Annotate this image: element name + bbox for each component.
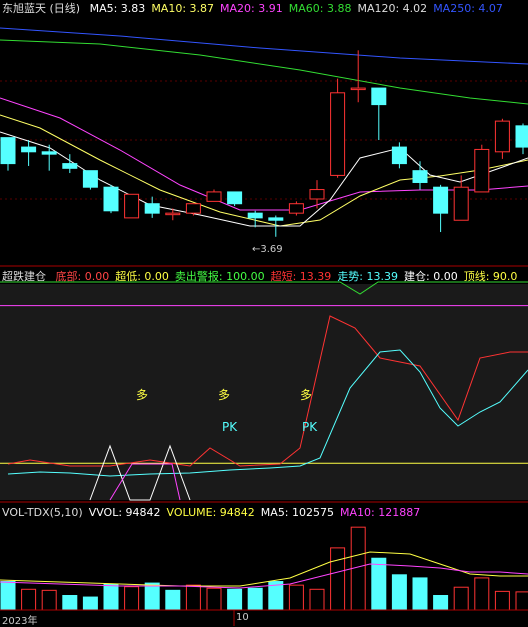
candle-20 (412, 161, 428, 190)
candle-2 (41, 144, 57, 171)
candle-body-12 (247, 212, 263, 219)
candle-body-3 (62, 163, 78, 169)
candle-16 (330, 78, 346, 178)
volume-bar-12 (247, 587, 263, 611)
candle-body-23 (474, 148, 490, 193)
indicator-bg (0, 284, 528, 500)
volume-bar-10 (206, 587, 222, 611)
candle-body-18 (371, 87, 387, 106)
candle-body-1 (21, 146, 37, 153)
candle-body-13 (268, 217, 284, 221)
candle-9 (185, 203, 201, 216)
candle-1 (21, 140, 37, 166)
signal-tag-1: 多 (218, 388, 231, 402)
volume-bar-24 (494, 590, 510, 611)
candle-body-24 (494, 120, 510, 153)
candle-body-5 (103, 186, 119, 212)
candle-18 (371, 87, 387, 140)
signal-tag-4: PK (302, 420, 318, 434)
candle-17 (350, 50, 366, 103)
volume-bar-9 (185, 584, 201, 611)
candle-6 (124, 193, 140, 219)
candle-10 (206, 189, 222, 202)
volume-bar-19 (391, 574, 407, 611)
ma-line-3 (0, 114, 528, 227)
candle-body-20 (412, 170, 428, 183)
candle-5 (103, 184, 119, 214)
volume-bar-5 (103, 583, 119, 611)
x-label-month: 10 (236, 612, 249, 623)
candle-body-2 (41, 151, 57, 155)
volume-bar-23 (474, 577, 490, 611)
ma-line-2 (0, 97, 528, 211)
indicator-chart[interactable] (0, 268, 528, 504)
volume-bar-22 (453, 586, 469, 611)
low-price-marker: ←3.69 (252, 244, 283, 255)
signal-tag-3: PK (222, 420, 238, 434)
volume-bar-6 (124, 586, 140, 611)
candle-15 (309, 180, 325, 209)
candle-body-7 (144, 203, 160, 214)
ma-line-1 (0, 39, 528, 105)
candle-19 (391, 142, 407, 169)
candle-24 (494, 118, 510, 159)
signal-tag-0: 多 (136, 388, 149, 402)
candle-body-14 (288, 203, 304, 214)
price-panel[interactable]: 东旭蓝天 (日线) MA5: 3.83 MA10: 3.87 MA20: 3.91 M… (0, 0, 528, 268)
volume-bar-15 (309, 588, 325, 611)
volume-bar-1 (21, 588, 37, 611)
candle-body-10 (206, 191, 222, 202)
candle-body-15 (309, 189, 325, 200)
volume-bar-25 (515, 591, 528, 611)
candle-body-17 (350, 87, 366, 91)
volume-bar-7 (144, 582, 160, 611)
volume-bar-3 (62, 595, 78, 611)
signal-tag-2: 多 (300, 388, 313, 402)
volume-bar-4 (82, 596, 98, 611)
candle-body-0 (0, 137, 16, 165)
volume-bar-0 (0, 581, 16, 611)
candle-body-16 (330, 92, 346, 176)
volume-bar-14 (288, 584, 304, 611)
candle-4 (82, 170, 98, 190)
candle-body-21 (433, 186, 449, 214)
volume-bar-20 (412, 577, 428, 611)
candle-22 (453, 175, 469, 221)
volume-bar-21 (433, 595, 449, 611)
candle-0 (0, 137, 16, 171)
candle-body-9 (185, 203, 201, 214)
candle-body-19 (391, 146, 407, 165)
x-label-year: 2023年 (2, 616, 38, 627)
volume-bar-2 (41, 589, 57, 611)
volume-panel[interactable]: VOL-TDX(5,10) VVOL: 94842 VOLUME: 94842 MA5… (0, 504, 528, 627)
candle-body-8 (165, 212, 181, 216)
candle-21 (433, 184, 449, 233)
volume-bar-16 (330, 547, 346, 611)
candle-body-11 (227, 191, 243, 205)
volume-chart[interactable] (0, 504, 528, 626)
vol-ma10-line (0, 563, 528, 589)
candle-body-25 (515, 125, 528, 148)
candle-body-22 (453, 186, 469, 221)
volume-bar-18 (371, 557, 387, 611)
volume-bar-8 (165, 589, 181, 611)
candle-23 (474, 144, 490, 193)
candle-body-4 (82, 170, 98, 188)
price-chart[interactable] (0, 0, 528, 268)
volume-bar-11 (227, 588, 243, 611)
candle-25 (515, 123, 528, 155)
candle-7 (144, 196, 160, 218)
candle-11 (227, 191, 243, 207)
ma-line-4 (0, 131, 528, 227)
ma-line-0 (0, 27, 528, 65)
candle-body-6 (124, 193, 140, 219)
indicator-panel[interactable]: 超跌建仓 底部: 0.00 超低: 0.00 卖出警报: 100.00 超短: 13.… (0, 268, 528, 504)
candle-14 (288, 201, 304, 216)
